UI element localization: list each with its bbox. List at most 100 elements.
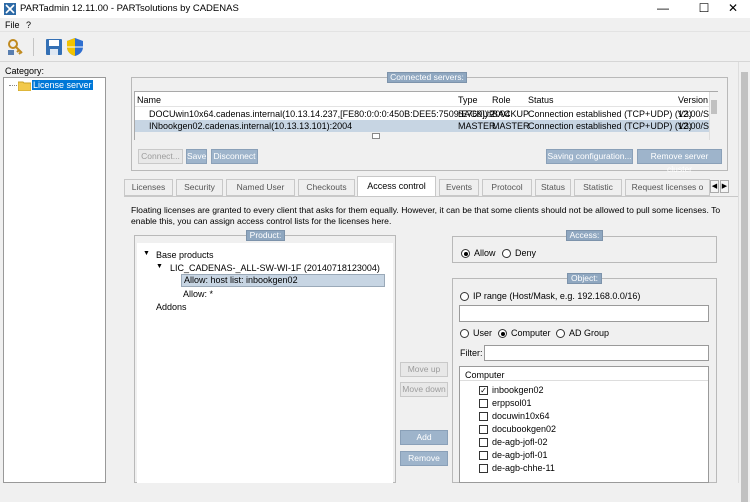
horizontal-scrollbar[interactable] <box>135 132 709 140</box>
tree-item-license[interactable]: LIC_CADENAS-_ALL-SW-WI-1F (2014071812300… <box>170 263 380 273</box>
toolbar <box>0 32 750 62</box>
scroll-thumb[interactable] <box>711 100 717 114</box>
computer-list-header[interactable]: Computer <box>460 367 708 381</box>
server-name: INbookgen02.cadenas.internal(10.13.13.10… <box>149 121 353 131</box>
ip-range-label: IP range (Host/Mask, e.g. 192.168.0.0/16… <box>473 291 641 301</box>
scroll-thumb[interactable] <box>741 72 748 502</box>
category-tree[interactable]: License server <box>3 77 106 483</box>
move-up-button[interactable]: Move up <box>400 362 448 377</box>
tab-scroll-left-icon[interactable]: ◀ <box>710 180 719 193</box>
menu-file[interactable]: File <box>5 20 20 30</box>
list-item[interactable]: de-agb-jofl-02 <box>492 437 548 447</box>
main-vertical-scrollbar[interactable] <box>738 62 750 502</box>
ip-range-input[interactable] <box>459 305 709 322</box>
tree-item-allow-host[interactable]: Allow: host list: inbookgen02 <box>181 274 385 287</box>
pane-splitter[interactable] <box>110 62 121 483</box>
move-down-button[interactable]: Move down <box>400 382 448 397</box>
vertical-scrollbar[interactable] <box>709 92 718 140</box>
computer-list: Computer ✓ inbookgen02 erppsol01 docuwin… <box>459 366 709 483</box>
server-role: MASTER <box>492 121 530 131</box>
tree-item-base-products[interactable]: Base products <box>156 250 214 260</box>
add-button[interactable]: Add <box>400 430 448 445</box>
col-name[interactable]: Name <box>137 95 161 105</box>
disconnect-button[interactable]: Disconnect <box>211 149 258 164</box>
title-bar: PARTadmin 12.11.00 - PARTsolutions by CA… <box>0 0 750 18</box>
computer-checkbox[interactable] <box>479 438 488 447</box>
computer-checkbox[interactable] <box>479 464 488 473</box>
minimize-button[interactable]: — <box>646 0 680 18</box>
save-button[interactable]: Save <box>186 149 207 164</box>
server-name: DOCUwin10x64.cadenas.internal(10.13.14.2… <box>149 109 511 119</box>
server-status: Connection established (TCP+UDP) (V3) <box>528 121 692 131</box>
save-icon[interactable] <box>44 37 64 57</box>
product-tree[interactable]: ▼ Base products ▼ LIC_CADENAS-_ALL-SW-WI… <box>137 243 393 483</box>
object-header: Object: <box>567 273 602 284</box>
col-status[interactable]: Status <box>528 95 554 105</box>
tab-statistic[interactable]: Statistic <box>574 179 622 196</box>
tab-status[interactable]: Status <box>535 179 571 196</box>
col-version[interactable]: Version <box>678 95 708 105</box>
tab-request-licenses[interactable]: Request licenses o <box>625 179 710 196</box>
window-title: PARTadmin 12.11.00 - PARTsolutions by CA… <box>20 3 239 14</box>
tab-security[interactable]: Security <box>176 179 223 196</box>
connected-servers-header: Connected servers: <box>387 72 467 83</box>
tree-item-allow-all[interactable]: Allow: * <box>183 289 213 299</box>
server-version: 12.00/SP <box>678 121 709 131</box>
menu-help[interactable]: ? <box>26 20 31 30</box>
close-button[interactable]: ✕ <box>716 0 750 18</box>
server-type: BACKUP <box>458 109 496 119</box>
list-item[interactable]: de-agb-chhe-11 <box>492 463 555 473</box>
computer-radio[interactable] <box>498 329 507 338</box>
tree-item-addons[interactable]: Addons <box>156 302 187 312</box>
category-label: Category: <box>5 66 45 76</box>
computer-checkbox[interactable] <box>479 451 488 460</box>
connect-button[interactable]: Connect... <box>138 149 183 164</box>
list-item[interactable]: docubookgen02 <box>492 424 556 434</box>
tab-protocol[interactable]: Protocol <box>482 179 532 196</box>
tab-named-user[interactable]: Named User <box>226 179 295 196</box>
ad-group-radio[interactable] <box>556 329 565 338</box>
computer-checkbox[interactable] <box>479 425 488 434</box>
user-radio[interactable] <box>460 329 469 338</box>
list-item[interactable]: docuwin10x64 <box>492 411 550 421</box>
computer-checkbox[interactable] <box>479 399 488 408</box>
shield-icon[interactable] <box>65 37 85 57</box>
tab-licenses[interactable]: Licenses <box>124 179 173 196</box>
table-row[interactable]: INbookgen02.cadenas.internal(10.13.13.10… <box>135 120 709 132</box>
server-version: 12.00/SP <box>678 109 709 119</box>
saving-configuration-button[interactable]: Saving configuration... <box>546 149 633 164</box>
tab-access-control[interactable]: Access control <box>357 176 436 197</box>
deny-label: Deny <box>515 248 537 258</box>
computer-checkbox[interactable] <box>479 412 488 421</box>
filter-label: Filter: <box>460 348 483 358</box>
computer-column-label: Computer <box>465 370 505 380</box>
computer-label: Computer <box>511 328 551 338</box>
filter-input[interactable] <box>484 345 709 361</box>
allow-label: Allow <box>474 248 496 258</box>
deny-radio[interactable] <box>502 249 511 258</box>
list-item[interactable]: de-agb-jofl-01 <box>492 450 548 460</box>
folder-icon <box>18 81 31 91</box>
table-row[interactable]: DOCUwin10x64.cadenas.internal(10.13.14.2… <box>135 108 709 120</box>
remove-server-cluster-button[interactable]: Remove server cluster <box>637 149 722 174</box>
remove-button[interactable]: Remove <box>400 451 448 466</box>
col-role[interactable]: Role <box>492 95 511 105</box>
scroll-thumb[interactable] <box>372 133 380 139</box>
server-type: MASTER <box>458 121 496 131</box>
col-type[interactable]: Type <box>458 95 478 105</box>
access-header: Access: <box>566 230 603 241</box>
ip-range-radio[interactable] <box>460 292 469 301</box>
computer-checkbox[interactable]: ✓ <box>479 386 488 395</box>
tab-events[interactable]: Events <box>439 179 479 196</box>
servers-table-header: Name Type Role Status Version <box>135 92 709 107</box>
license-key-icon[interactable] <box>6 37 26 57</box>
user-label: User <box>473 328 493 338</box>
allow-radio[interactable] <box>461 249 470 258</box>
tab-scroll-right-icon[interactable]: ▶ <box>720 180 729 193</box>
collapse-icon[interactable]: ▼ <box>156 263 163 270</box>
list-item[interactable]: erppsol01 <box>492 398 532 408</box>
list-item[interactable]: inbookgen02 <box>492 385 544 395</box>
tree-item-license-server[interactable]: License server <box>32 80 93 90</box>
collapse-icon[interactable]: ▼ <box>143 250 150 257</box>
tab-checkouts[interactable]: Checkouts <box>298 179 355 196</box>
